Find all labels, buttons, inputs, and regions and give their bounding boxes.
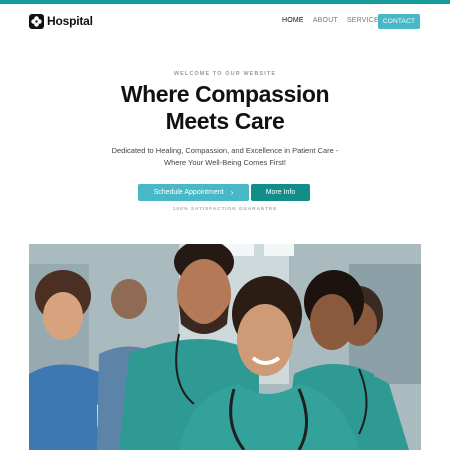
chevron-right-icon: › [230,187,234,197]
hero-subtitle-line-1: Dedicated to Healing, Compassion, and Ex… [111,146,339,155]
hero-title: Where Compassion Meets Care [0,81,450,135]
guarantee-text: 100% SATISFACTION GUARANTEE [172,207,278,212]
hero-subtitle-line-2: Where Your Well-Being Comes First! [164,158,286,167]
nav-home[interactable]: HOME [282,17,304,24]
hero-title-line-1: Where Compassion [120,81,330,107]
hero-subtitle: Dedicated to Healing, Compassion, and Ex… [100,145,350,169]
main-menu: HOME ABOUT SERVICES [282,17,393,24]
hero-eyebrow: WELCOME TO OUR WEBSITE [173,71,277,77]
brand-name: Hospital [47,14,93,28]
medical-cross-icon [29,13,44,29]
more-info-button[interactable]: More Info [251,184,310,201]
nav-about[interactable]: ABOUT [313,17,338,24]
brand-logo[interactable]: Hospital [29,13,93,29]
navbar: Hospital HOME ABOUT SERVICES CONTACT [0,4,450,40]
contact-button[interactable]: CONTACT [378,14,420,29]
medical-staff-photo [29,244,421,450]
hero-title-line-2: Meets Care [165,108,285,134]
schedule-appointment-button[interactable]: Schedule Appointment › [138,184,249,201]
schedule-appointment-label: Schedule Appointment [153,189,224,196]
